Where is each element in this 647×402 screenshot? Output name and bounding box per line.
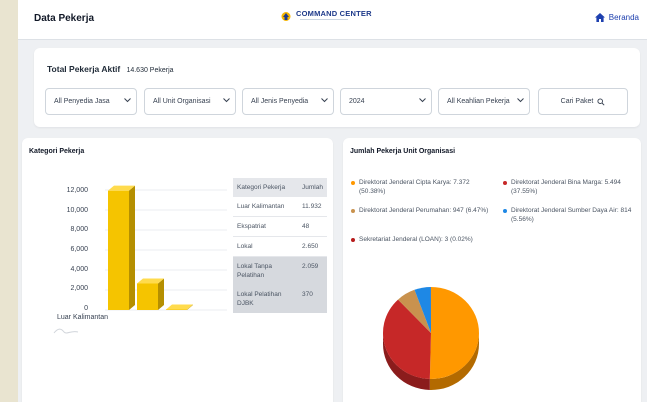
legend-item[interactable]: Direktorat Jenderal Bina Marga: 5.494 (3…	[503, 178, 633, 196]
search-icon	[597, 97, 605, 106]
brand-subtitle-line	[300, 19, 348, 20]
provider-type-select[interactable]: All Jenis Penyedia	[242, 88, 334, 115]
table-cell-count: 370	[298, 285, 327, 313]
legend-dot	[351, 209, 355, 213]
table-row: Luar Kalimantan 11.932	[233, 197, 327, 217]
brand[interactable]: COMMAND CENTER	[280, 10, 372, 22]
year-select[interactable]: 2024	[340, 88, 432, 115]
table-cell-category: Lokal Pelatihan DJBK	[233, 285, 299, 313]
table-cell-count: 11.932	[298, 197, 327, 217]
top-bar: Data Pekerja COMMAND CENTER Beranda	[18, 0, 647, 40]
search-package-button[interactable]: Cari Paket	[538, 88, 628, 115]
legend-label: Direktorat Jenderal Cipta Karya: 7.372 (…	[359, 179, 470, 195]
table-row: Ekspatriat 48	[233, 216, 327, 237]
search-package-label: Cari Paket	[560, 98, 594, 105]
table-header-category: Kategori Pekerja	[233, 178, 299, 197]
category-bar-chart	[105, 185, 227, 311]
legend-item[interactable]: Direktorat Jenderal Cipta Karya: 7.372 (…	[351, 178, 489, 196]
home-link[interactable]: Beranda	[594, 13, 639, 22]
year-select-value: 2024	[349, 98, 365, 105]
chevron-down-icon	[124, 98, 131, 103]
total-label: Total Pekerja Aktif	[47, 64, 121, 74]
table-cell-count: 2.059	[298, 256, 327, 285]
table-cell-count: 48	[298, 216, 327, 237]
brand-logo-icon	[281, 12, 291, 21]
home-label: Beranda	[608, 13, 639, 22]
unit-pie-chart	[382, 287, 479, 390]
chevron-down-icon	[321, 98, 328, 103]
provider-select[interactable]: All Penyedia Jasa	[45, 88, 137, 115]
home-icon	[594, 13, 605, 22]
legend-label: Direktorat Jenderal Sumber Daya Air: 814…	[511, 207, 632, 223]
legend-label: Sekretariat Jenderal (LOAN): 3 (0.02%)	[359, 236, 473, 243]
chevron-down-icon	[419, 98, 426, 103]
category-table: Kategori Pekerja Jumlah Luar Kalimantan …	[233, 178, 327, 313]
chart-watermark-icon	[53, 328, 79, 334]
page-title: Data Pekerja	[34, 13, 95, 24]
brand-name: COMMAND CENTER	[296, 9, 372, 18]
legend-dot	[351, 238, 355, 242]
legend-label: Direktorat Jenderal Bina Marga: 5.494 (3…	[511, 179, 621, 195]
app-frame: Data Pekerja COMMAND CENTER Beranda Tota…	[18, 0, 647, 402]
table-cell-category: Lokal	[233, 236, 299, 257]
table-header-row: Kategori Pekerja Jumlah	[233, 178, 327, 197]
chevron-down-icon	[223, 98, 230, 103]
total-value: 14.630 Pekerja	[126, 67, 174, 74]
skill-select[interactable]: All Keahlian Pekerja	[438, 88, 530, 115]
bar	[137, 278, 164, 310]
bar	[108, 185, 135, 310]
table-cell-category: Lokal Tanpa Pelatihan	[233, 256, 299, 285]
table-row: Lokal Pelatihan DJBK 370	[233, 285, 327, 313]
provider-type-select-value: All Jenis Penyedia	[251, 98, 309, 105]
table-cell-category: Ekspatriat	[233, 216, 299, 237]
legend-dot	[503, 209, 507, 213]
bar	[166, 304, 193, 310]
unit-select[interactable]: All Unit Organisasi	[144, 88, 236, 115]
table-cell-category: Luar Kalimantan	[233, 197, 299, 217]
unit-organization-title: Jumlah Pekerja Unit Organisasi	[350, 148, 456, 155]
unit-select-value: All Unit Organisasi	[153, 98, 211, 105]
table-row: Lokal 2.650	[233, 236, 327, 257]
legend-item[interactable]: Direktorat Jenderal Perumahan: 947 (6.47…	[351, 206, 489, 215]
brand-subtitle	[296, 18, 372, 22]
table-cell-count: 2.650	[298, 236, 327, 257]
legend-dot	[503, 181, 507, 185]
table-row: Lokal Tanpa Pelatihan 2.059	[233, 256, 327, 285]
worker-category-card: Kategori Pekerja 12,000 10,000 8,000 6,0…	[22, 138, 333, 402]
total-active-workers: Total Pekerja Aktif 14.630 Pekerja	[47, 64, 174, 74]
x-axis-label: Luar Kalimantan	[57, 314, 108, 321]
provider-select-value: All Penyedia Jasa	[54, 98, 110, 105]
chevron-down-icon	[517, 98, 524, 103]
unit-organization-card: Jumlah Pekerja Unit Organisasi Direktora…	[343, 138, 641, 402]
legend-item[interactable]: Direktorat Jenderal Sumber Daya Air: 814…	[503, 206, 635, 224]
legend-dot	[351, 181, 355, 185]
table-header-count: Jumlah	[298, 178, 327, 197]
legend-label: Direktorat Jenderal Perumahan: 947 (6.47…	[359, 207, 489, 214]
skill-select-value: All Keahlian Pekerja	[447, 98, 510, 105]
legend-item[interactable]: Sekretariat Jenderal (LOAN): 3 (0.02%)	[351, 235, 489, 244]
filter-card: Total Pekerja Aktif 14.630 Pekerja All P…	[34, 48, 640, 127]
